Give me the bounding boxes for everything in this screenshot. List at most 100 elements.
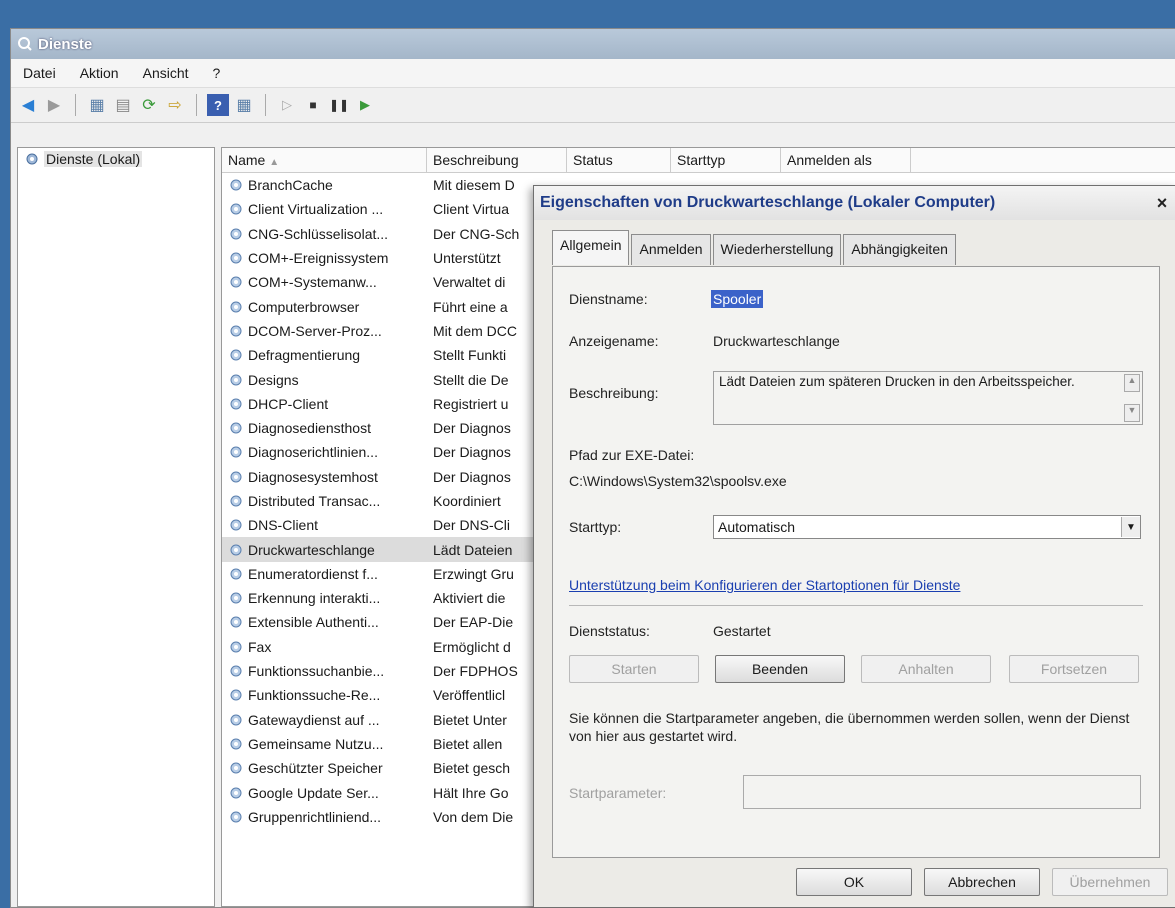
- gear-icon: [230, 325, 242, 337]
- toolbar-separator: [265, 94, 266, 116]
- gear-icon: [230, 301, 242, 313]
- stop-icon[interactable]: ■: [302, 94, 324, 116]
- scroll-down-icon[interactable]: ▼: [1124, 404, 1140, 422]
- help-link[interactable]: Unterstützung beim Konfigurieren der Sta…: [569, 577, 960, 593]
- service-name: Computerbrowser: [248, 298, 360, 315]
- column-starttype[interactable]: Starttyp: [671, 148, 781, 172]
- service-description: Aktiviert die: [433, 590, 506, 607]
- resume-icon[interactable]: ▶: [354, 94, 376, 116]
- menu-help[interactable]: ?: [201, 65, 233, 81]
- forward-arrow-icon[interactable]: ▶: [43, 94, 65, 116]
- export-list-icon[interactable]: ⇨: [164, 94, 186, 116]
- stop-button[interactable]: Beenden: [715, 655, 845, 683]
- properties-dialog: Eigenschaften von Druckwarteschlange (Lo…: [533, 185, 1175, 908]
- back-arrow-icon[interactable]: ◀: [17, 94, 39, 116]
- sort-ascending-icon: ▲: [269, 157, 280, 168]
- service-name: Diagnosesystemhost: [248, 468, 378, 485]
- service-name-cell: Funktionssuche-Re...: [222, 687, 427, 703]
- service-name-cell: Druckwarteschlange: [222, 542, 427, 558]
- service-name: Druckwarteschlange: [248, 541, 375, 558]
- service-name: Diagnosediensthost: [248, 420, 371, 437]
- tab-logon[interactable]: Anmelden: [631, 234, 711, 265]
- service-name-cell: BranchCache: [222, 177, 427, 193]
- service-description: Hält Ihre Go: [433, 784, 509, 801]
- toolbar-separator: [196, 94, 197, 116]
- service-description: Client Virtua: [433, 201, 510, 218]
- menu-aktion[interactable]: Aktion: [68, 65, 131, 81]
- service-name-cell: Client Virtualization ...: [222, 201, 427, 217]
- service-name: COM+-Systemanw...: [248, 274, 377, 291]
- gear-icon: [230, 446, 242, 458]
- gear-icon: [230, 422, 242, 434]
- close-icon[interactable]: ×: [1148, 193, 1175, 214]
- pause-icon[interactable]: ❚❚: [328, 94, 350, 116]
- refresh-icon[interactable]: ⟳: [138, 94, 160, 116]
- start-params-input[interactable]: [743, 775, 1141, 809]
- dialog-titlebar: Eigenschaften von Druckwarteschlange (Lo…: [534, 186, 1175, 220]
- service-description: Stellt die De: [433, 371, 509, 388]
- service-name-cell: COM+-Ereignissystem: [222, 250, 427, 266]
- scroll-up-icon[interactable]: ▲: [1124, 374, 1140, 392]
- properties-icon[interactable]: ▤: [112, 94, 134, 116]
- console-tree-icon[interactable]: ▦: [86, 94, 108, 116]
- tab-recovery[interactable]: Wiederherstellung: [712, 234, 842, 265]
- apply-button[interactable]: Übernehmen: [1052, 868, 1168, 896]
- description-field[interactable]: Lädt Dateien zum späteren Drucken in den…: [713, 371, 1143, 425]
- service-description: Bietet allen: [433, 735, 503, 752]
- status-label: Dienststatus:: [569, 623, 650, 639]
- service-name: Gruppenrichtliniend...: [248, 808, 382, 825]
- service-name-cell: Funktionssuchanbie...: [222, 663, 427, 679]
- service-description: Mit dem DCC: [433, 322, 518, 339]
- chevron-down-icon[interactable]: ▼: [1121, 517, 1140, 537]
- column-description[interactable]: Beschreibung: [427, 148, 567, 172]
- gear-icon: [230, 544, 242, 556]
- service-description: Veröffentlicl: [433, 687, 506, 704]
- service-description: Der DNS-Cli: [433, 517, 510, 534]
- service-name: Client Virtualization ...: [248, 201, 384, 218]
- tab-dependencies[interactable]: Abhängigkeiten: [843, 234, 956, 265]
- gear-icon: [230, 252, 242, 264]
- service-name-value[interactable]: Spooler: [711, 290, 764, 308]
- description-scrollbar[interactable]: ▲ ▼: [1124, 374, 1140, 422]
- service-name: COM+-Ereignissystem: [248, 250, 389, 267]
- service-name-cell: Diagnoserichtlinien...: [222, 444, 427, 460]
- display-name-label: Anzeigename:: [569, 333, 659, 349]
- menu-bar: Datei Aktion Ansicht ?: [11, 59, 1175, 88]
- menu-datei[interactable]: Datei: [11, 65, 68, 81]
- service-name: DCOM-Server-Proz...: [248, 322, 382, 339]
- cancel-button[interactable]: Abbrechen: [924, 868, 1040, 896]
- description-text: Lädt Dateien zum späteren Drucken in den…: [719, 374, 1075, 389]
- path-label: Pfad zur EXE-Datei:: [569, 447, 695, 463]
- service-name: DNS-Client: [248, 517, 319, 534]
- service-name-cell: DNS-Client: [222, 517, 427, 533]
- resume-button[interactable]: Fortsetzen: [1009, 655, 1139, 683]
- column-name[interactable]: Name ▲: [222, 148, 427, 172]
- pause-button[interactable]: Anhalten: [861, 655, 991, 683]
- service-name: Fax: [248, 638, 272, 655]
- play-icon[interactable]: ▷: [276, 94, 298, 116]
- start-button[interactable]: Starten: [569, 655, 699, 683]
- service-description: Unterstützt: [433, 250, 501, 267]
- menu-ansicht[interactable]: Ansicht: [131, 65, 201, 81]
- display-name-value[interactable]: Druckwarteschlange: [713, 333, 840, 349]
- column-status[interactable]: Status: [567, 148, 671, 172]
- service-name: Distributed Transac...: [248, 493, 381, 509]
- tree-item-services-local[interactable]: Dienste (Lokal): [18, 148, 214, 170]
- column-logon[interactable]: Anmelden als: [781, 148, 911, 172]
- divider: [569, 605, 1143, 606]
- service-description: Der Diagnos: [433, 468, 511, 485]
- service-name: Enumeratordienst f...: [248, 565, 378, 582]
- column-name-label: Name: [228, 152, 266, 168]
- path-value[interactable]: C:\Windows\System32\spoolsv.exe: [569, 473, 787, 489]
- ok-button[interactable]: OK: [796, 868, 912, 896]
- gear-icon: [230, 276, 242, 288]
- gear-icon: [230, 495, 242, 507]
- service-name: Geschützter Speicher: [248, 760, 383, 777]
- gear-icon: [230, 179, 242, 191]
- starttype-select[interactable]: Automatisch ▼: [713, 515, 1141, 539]
- help-icon[interactable]: ?: [207, 94, 229, 116]
- view-icon[interactable]: ▦: [233, 94, 255, 116]
- tab-general[interactable]: Allgemein: [552, 230, 630, 265]
- service-name-cell: Defragmentierung: [222, 347, 427, 363]
- service-name-cell: Gemeinsame Nutzu...: [222, 736, 427, 752]
